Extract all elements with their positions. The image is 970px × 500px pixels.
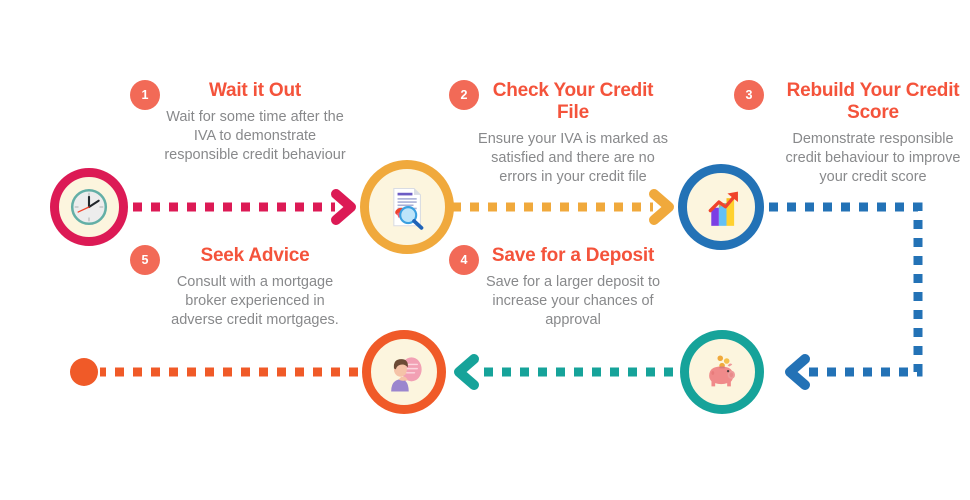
connector-2-to-3 <box>452 189 674 225</box>
flow-end-dot <box>70 358 98 386</box>
step-4-number-badge: 4 <box>449 245 479 275</box>
step-1-icon-circle[interactable] <box>50 168 128 246</box>
connector-5-to-end <box>70 358 358 386</box>
connector-3-to-4 <box>769 202 923 390</box>
step-5-text: Seek Advice Consult with a mortgage brok… <box>160 245 350 330</box>
step-4-text: Save for a Deposit Save for a larger dep… <box>478 245 668 330</box>
step-5-title: Seek Advice <box>200 245 310 266</box>
step-5-description: Consult with a mortgage broker experienc… <box>171 274 339 328</box>
step-5-number: 5 <box>141 252 149 267</box>
advice-person-icon <box>391 357 422 392</box>
growth-chart-icon <box>708 191 739 227</box>
step-5-icon-circle[interactable] <box>362 330 446 414</box>
step-4-description: Save for a larger deposit to increase yo… <box>485 274 661 328</box>
step-3-number-badge: 3 <box>734 80 764 110</box>
step-2-title: Check Your Credit File <box>492 80 654 123</box>
step-3-number: 3 <box>745 87 753 102</box>
step-1-title: Wait it Out <box>208 80 302 101</box>
document-magnifier-icon <box>393 188 424 231</box>
step-3-icon-circle[interactable] <box>678 164 764 250</box>
step-3-title: Rebuild Your Credit Score <box>786 80 960 123</box>
step-3-description: Demonstrate responsible credit behaviour… <box>785 131 961 185</box>
infographic-canvas: 1 Wait it Out Wait for some time after t… <box>0 0 970 500</box>
step-2-number-badge: 2 <box>449 80 479 110</box>
step-5-number-badge: 5 <box>130 245 160 275</box>
step-2-icon-circle[interactable] <box>360 160 454 254</box>
clock-icon <box>70 188 108 226</box>
step-2-number: 2 <box>460 87 468 102</box>
step-4-number: 4 <box>460 252 468 267</box>
step-1-number-badge: 1 <box>130 80 160 110</box>
step-3-text: Rebuild Your Credit Score Demonstrate re… <box>778 80 968 187</box>
step-4-icon-circle[interactable] <box>680 330 764 414</box>
piggy-bank-icon <box>709 355 735 387</box>
connector-4-to-5 <box>454 354 673 390</box>
step-2-text: Check Your Credit File Ensure your IVA i… <box>478 80 668 187</box>
step-4-title: Save for a Deposit <box>491 245 655 266</box>
step-1-number: 1 <box>141 87 149 102</box>
step-2-description: Ensure your IVA is marked as satisfied a… <box>478 131 668 185</box>
connector-1-to-2 <box>133 189 356 225</box>
step-1-text: Wait it Out Wait for some time after the… <box>160 80 350 165</box>
step-1-description: Wait for some time after the IVA to demo… <box>164 109 346 163</box>
